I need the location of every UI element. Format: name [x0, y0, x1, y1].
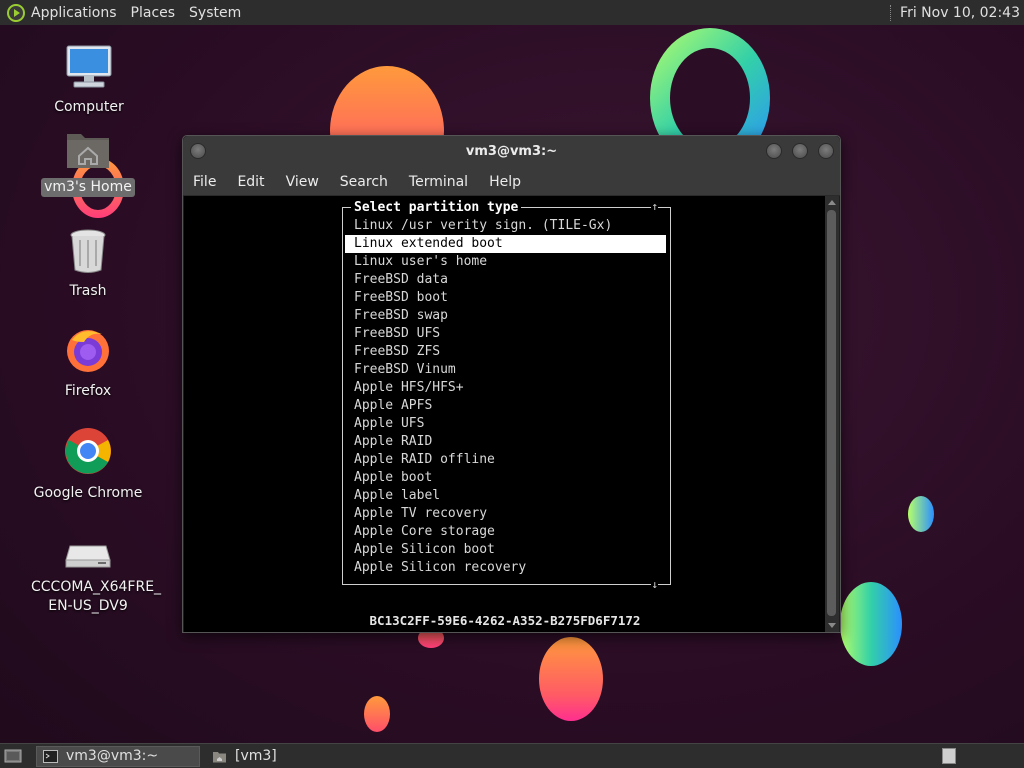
menu-edit[interactable]: Edit: [237, 174, 264, 190]
partition-type-option[interactable]: Apple Silicon recovery: [345, 559, 666, 577]
desktop-icon-trash[interactable]: Trash: [28, 228, 148, 301]
partition-type-option[interactable]: Apple label: [345, 487, 666, 505]
menu-view[interactable]: View: [286, 174, 319, 190]
partition-type-option[interactable]: Apple Core storage: [345, 523, 666, 541]
desktop-icon-label: Trash: [69, 283, 107, 299]
top-panel: Applications Places System Fri Nov 10, 0…: [0, 0, 1024, 25]
partition-type-option[interactable]: Apple RAID: [345, 433, 666, 451]
terminal-screen[interactable]: Select partition type ↑ Linux /usr verit…: [184, 196, 826, 632]
taskbar-item-home-folder[interactable]: [vm3]: [206, 746, 366, 767]
desktop-icon-label: Google Chrome: [33, 485, 143, 501]
desktop-icon-label: Firefox: [64, 383, 112, 399]
menu-help[interactable]: Help: [489, 174, 521, 190]
partition-type-option[interactable]: FreeBSD swap: [345, 307, 666, 325]
maximize-icon[interactable]: [792, 143, 808, 159]
desktop-icon-home[interactable]: vm3's Home: [28, 128, 148, 197]
terminal-icon: [43, 749, 58, 763]
partition-type-option[interactable]: Apple APFS: [345, 397, 666, 415]
computer-icon: [66, 45, 112, 88]
decorative-green-blob: [908, 496, 934, 532]
scroll-down-arrow-icon[interactable]: [828, 623, 836, 628]
terminal-scrollbar[interactable]: [825, 196, 839, 632]
partition-type-option[interactable]: FreeBSD Vinum: [345, 361, 666, 379]
desktop-icon-firefox[interactable]: Firefox: [28, 326, 148, 401]
firefox-icon: [67, 330, 109, 372]
scroll-down-indicator: ↓: [651, 578, 658, 592]
terminal-window[interactable]: vm3@vm3:~ File Edit View Search Terminal…: [182, 135, 841, 633]
decorative-green-blob: [840, 582, 902, 666]
partition-type-option[interactable]: Linux user's home: [345, 253, 666, 271]
partition-type-guid: BC13C2FF-59E6-4262-A352-B275FD6F7172: [369, 613, 641, 628]
minimize-icon[interactable]: [766, 143, 782, 159]
desktop-icon-label: vm3's Home: [41, 178, 135, 197]
show-desktop-icon[interactable]: [4, 748, 22, 764]
taskbar-item-label: [vm3]: [235, 748, 277, 764]
menu-applications[interactable]: Applications: [31, 5, 117, 21]
taskbar-item-label: vm3@vm3:~: [66, 748, 159, 764]
menu-places[interactable]: Places: [131, 5, 176, 21]
close-icon[interactable]: [818, 143, 834, 159]
partition-type-option[interactable]: Apple UFS: [345, 415, 666, 433]
partition-type-option[interactable]: Linux /usr verity sign. (TILE-Gx): [345, 217, 666, 235]
desktop-icon-label: Computer: [54, 99, 124, 115]
scroll-up-arrow-icon[interactable]: [828, 200, 836, 205]
menu-search[interactable]: Search: [340, 174, 388, 190]
chrome-icon: [65, 428, 111, 474]
taskbar-item-terminal[interactable]: vm3@vm3:~: [36, 745, 200, 767]
window-title: vm3@vm3:~: [465, 144, 558, 159]
trash-icon: [70, 229, 106, 273]
scrollbar-thumb[interactable]: [827, 210, 836, 616]
partition-type-option[interactable]: Apple RAID offline: [345, 451, 666, 469]
bottom-panel: vm3@vm3:~ [vm3]: [0, 743, 1024, 768]
desktop-icon-computer[interactable]: Computer: [29, 44, 149, 117]
window-menu-icon[interactable]: [190, 143, 206, 159]
workspace-switcher[interactable]: [942, 748, 956, 764]
partition-type-option[interactable]: Apple TV recovery: [345, 505, 666, 523]
panel-separator: [890, 4, 892, 21]
partition-type-option[interactable]: FreeBSD ZFS: [345, 343, 666, 361]
dialog-title: Select partition type: [351, 200, 522, 216]
decorative-orange-blob: [364, 696, 390, 732]
partition-type-option[interactable]: Apple HFS/HFS+: [345, 379, 666, 397]
desktop-icon-label-line1: CCCOMA_X64FRE_: [31, 579, 162, 595]
menu-terminal[interactable]: Terminal: [409, 174, 468, 190]
partition-type-option[interactable]: FreeBSD boot: [345, 289, 666, 307]
partition-type-option[interactable]: Linux extended boot: [345, 235, 666, 253]
clock[interactable]: Fri Nov 10, 02:43: [900, 5, 1020, 21]
partition-type-option[interactable]: FreeBSD data: [345, 271, 666, 289]
desktop-icon-label-line2: EN-US_DV9: [48, 598, 128, 614]
menu-system[interactable]: System: [189, 5, 241, 21]
partition-type-list: Linux /usr verity sign. (TILE-Gx) Linux e…: [345, 217, 666, 577]
home-folder-icon: [213, 751, 226, 762]
distro-logo-icon[interactable]: [7, 3, 25, 22]
partition-type-dialog: Select partition type ↑ Linux /usr verit…: [342, 200, 671, 592]
window-titlebar[interactable]: vm3@vm3:~: [183, 136, 840, 168]
terminal-menubar: File Edit View Search Terminal Help: [183, 168, 840, 196]
decorative-orange-blob: [539, 637, 603, 721]
home-folder-icon: [67, 134, 109, 168]
partition-type-option[interactable]: FreeBSD UFS: [345, 325, 666, 343]
scroll-up-indicator: ↑: [651, 200, 658, 214]
partition-type-option[interactable]: Apple Silicon boot: [345, 541, 666, 559]
desktop-icon-drive[interactable]: CCCOMA_X64FRE_ EN-US_DV9: [28, 536, 161, 616]
partition-type-option[interactable]: Apple boot: [345, 469, 666, 487]
desktop-icon-chrome[interactable]: Google Chrome: [28, 426, 148, 503]
drive-icon: [65, 545, 111, 568]
menu-file[interactable]: File: [193, 174, 216, 190]
